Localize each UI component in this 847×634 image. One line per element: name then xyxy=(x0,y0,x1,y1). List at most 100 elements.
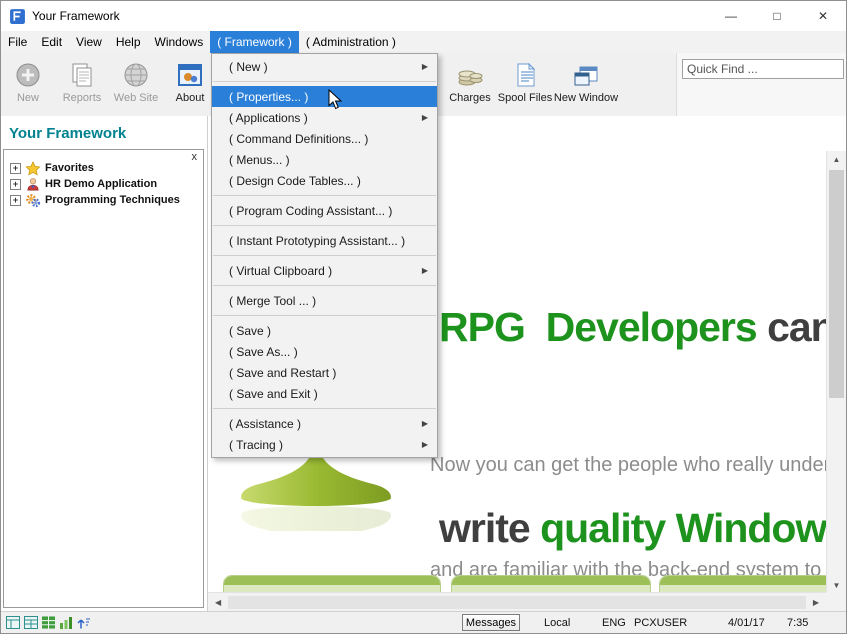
menu-item-design-code-tables[interactable]: ( Design Code Tables... ) xyxy=(212,170,437,191)
scroll-right-icon[interactable]: ▶ xyxy=(813,598,819,607)
charges-button[interactable]: Charges xyxy=(443,53,497,116)
menu-view[interactable]: View xyxy=(69,31,109,53)
list-view-icon[interactable] xyxy=(6,616,20,632)
feature-card-header xyxy=(660,576,833,585)
menu-item-menus[interactable]: ( Menus... ) xyxy=(212,149,437,170)
menu-separator xyxy=(213,81,436,82)
vertical-scroll-thumb[interactable] xyxy=(829,170,844,398)
tree-expander-icon[interactable]: + xyxy=(10,179,21,190)
panel-close-icon[interactable]: x xyxy=(192,150,198,164)
quick-find-panel xyxy=(676,53,846,116)
navigation-tree-panel: x + Favorites + HR Demo Application xyxy=(3,149,204,608)
scroll-up-icon[interactable]: ▲ xyxy=(827,151,846,168)
tree-item-label: Favorites xyxy=(45,162,94,174)
menu-item-new[interactable]: ( New ) ▶ xyxy=(212,56,437,77)
menu-item-command-definitions[interactable]: ( Command Definitions... ) xyxy=(212,128,437,149)
window-title: Your Framework xyxy=(32,9,120,23)
vertical-scrollbar[interactable]: ▲ ▼ xyxy=(826,151,846,594)
tree-item-programming-techniques[interactable]: + Programming Techniques xyxy=(10,192,203,208)
minimize-button[interactable]: — xyxy=(708,1,754,31)
tree-item-label: HR Demo Application xyxy=(45,178,157,190)
scrollbar-corner xyxy=(826,592,846,611)
menu-item-applications[interactable]: ( Applications ) ▶ xyxy=(212,107,437,128)
sidebar: Your Framework x + Favorites + HR Demo A… xyxy=(1,116,208,611)
menu-separator xyxy=(213,225,436,226)
menu-item-save-and-restart[interactable]: ( Save and Restart ) xyxy=(212,362,437,383)
reports-icon xyxy=(67,60,97,90)
scroll-left-icon[interactable]: ◀ xyxy=(215,598,221,607)
navigation-tree: + Favorites + HR Demo Application + xyxy=(4,150,203,208)
menu-item-instant-prototyping-assistant[interactable]: ( Instant Prototyping Assistant... ) xyxy=(212,230,437,251)
star-icon xyxy=(25,161,41,176)
menu-bar: File Edit View Help Windows ( Framework … xyxy=(1,31,846,53)
menu-separator xyxy=(213,195,436,196)
menu-item-merge-tool[interactable]: ( Merge Tool ... ) xyxy=(212,290,437,311)
mouse-cursor xyxy=(328,89,342,115)
menu-separator xyxy=(213,408,436,409)
sidebar-title: Your Framework xyxy=(1,116,207,142)
menu-framework[interactable]: ( Framework ) xyxy=(210,31,299,53)
reports-button[interactable]: Reports xyxy=(55,53,109,116)
menu-help[interactable]: Help xyxy=(109,31,148,53)
status-region: Local xyxy=(544,617,570,629)
status-bar: Messages Local ENG PCXUSER 4/01/17 7:35 xyxy=(1,611,846,633)
spool-files-button[interactable]: Spool Files xyxy=(497,53,553,116)
web-site-button[interactable]: Web Site xyxy=(109,53,163,116)
menu-item-virtual-clipboard[interactable]: ( Virtual Clipboard ) ▶ xyxy=(212,260,437,281)
paragraph-line: Now you can get the people who really un… xyxy=(430,448,846,483)
submenu-arrow-icon: ▶ xyxy=(422,62,428,71)
status-language: ENG xyxy=(602,617,626,629)
app-icon[interactable] xyxy=(9,8,26,25)
status-time: 7:35 xyxy=(787,617,808,629)
horizontal-scrollbar[interactable]: ◀ ▶ xyxy=(208,592,826,611)
quick-find-input[interactable] xyxy=(682,59,844,79)
tree-item-favorites[interactable]: + Favorites xyxy=(10,160,203,176)
person-icon xyxy=(25,177,41,192)
app-window: Your Framework — □ ✕ File Edit View Help… xyxy=(0,0,847,634)
close-button[interactable]: ✕ xyxy=(800,1,846,31)
menu-item-save[interactable]: ( Save ) xyxy=(212,320,437,341)
menu-item-save-as[interactable]: ( Save As... ) xyxy=(212,341,437,362)
board-icon[interactable] xyxy=(42,616,55,632)
new-icon xyxy=(13,60,43,90)
tree-expander-icon[interactable]: + xyxy=(10,195,21,206)
menu-item-assistance[interactable]: ( Assistance ) ▶ xyxy=(212,413,437,434)
grid-view-icon[interactable] xyxy=(24,616,38,632)
window-controls: — □ ✕ xyxy=(708,1,846,31)
new-window-button[interactable]: New Window xyxy=(553,53,619,116)
submenu-arrow-icon: ▶ xyxy=(422,440,428,449)
tree-item-hr-demo-application[interactable]: + HR Demo Application xyxy=(10,176,203,192)
feature-card-header xyxy=(452,576,650,585)
menu-item-save-and-exit[interactable]: ( Save and Exit ) xyxy=(212,383,437,404)
gears-icon xyxy=(25,193,41,208)
messages-button[interactable]: Messages xyxy=(462,614,520,631)
status-date: 4/01/17 xyxy=(728,617,765,629)
menu-item-properties[interactable]: ( Properties... ) xyxy=(212,86,437,107)
menu-administration[interactable]: ( Administration ) xyxy=(299,31,403,53)
status-user: PCXUSER xyxy=(634,617,687,629)
horizontal-scroll-thumb[interactable] xyxy=(228,596,806,609)
website-globe-icon xyxy=(121,60,151,90)
submenu-arrow-icon: ▶ xyxy=(422,266,428,275)
new-button[interactable]: New xyxy=(1,53,55,116)
maximize-button[interactable]: □ xyxy=(754,1,800,31)
status-bar-icons xyxy=(6,616,91,632)
title-bar: Your Framework — □ ✕ xyxy=(1,1,846,31)
menu-edit[interactable]: Edit xyxy=(34,31,69,53)
menu-windows[interactable]: Windows xyxy=(148,31,211,53)
sort-arrow-icon[interactable] xyxy=(77,616,91,632)
bar-chart-icon[interactable] xyxy=(59,616,73,632)
charges-coins-icon xyxy=(455,60,485,90)
spool-files-icon xyxy=(510,60,540,90)
new-window-icon xyxy=(571,60,601,90)
menu-file[interactable]: File xyxy=(1,31,34,53)
menu-separator xyxy=(213,255,436,256)
menu-item-program-coding-assistant[interactable]: ( Program Coding Assistant... ) xyxy=(212,200,437,221)
about-button[interactable]: About xyxy=(163,53,217,116)
feature-card-header xyxy=(224,576,440,585)
headline-line-1: RPG Developers can xyxy=(439,294,846,361)
framework-dropdown-menu: ( New ) ▶ ( Properties... ) ( Applicatio… xyxy=(211,53,438,458)
menu-item-tracing[interactable]: ( Tracing ) ▶ xyxy=(212,434,437,455)
menu-separator xyxy=(213,285,436,286)
tree-expander-icon[interactable]: + xyxy=(10,163,21,174)
